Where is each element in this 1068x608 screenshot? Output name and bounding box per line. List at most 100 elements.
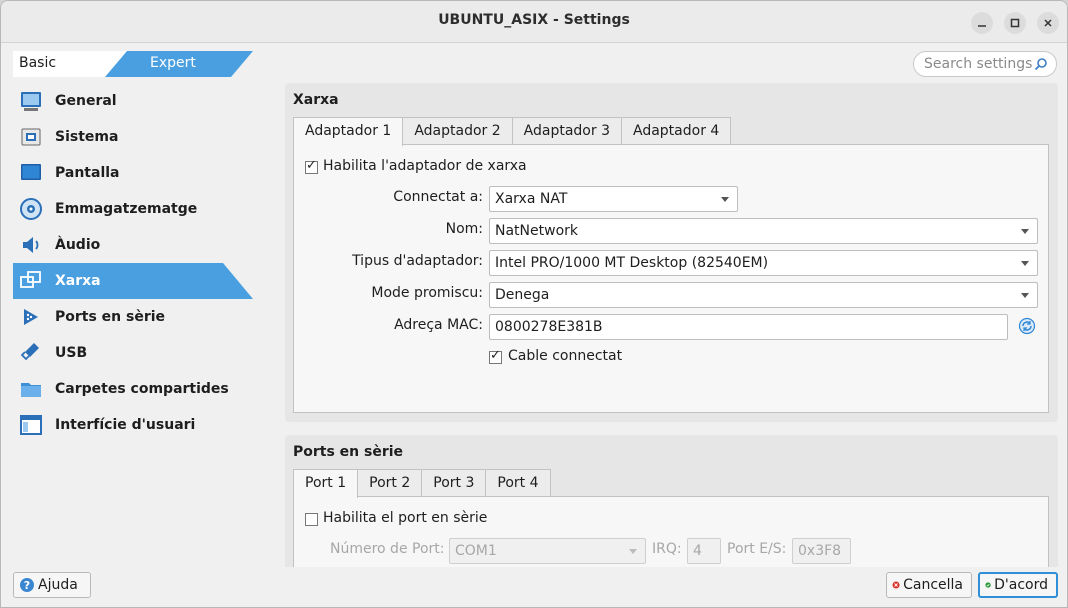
ok-check-icon	[985, 582, 991, 588]
refresh-mac-icon[interactable]	[1018, 317, 1036, 335]
cancel-label: Cancella	[903, 577, 963, 593]
svg-text:?: ?	[24, 579, 30, 592]
sidebar-item-label: Àudio	[55, 237, 101, 253]
irq-label: IRQ:	[652, 541, 682, 557]
io-port-value: 0x3F8	[798, 543, 842, 559]
tab-port-2[interactable]: Port 2	[357, 469, 423, 497]
search-placeholder: Search settings	[924, 56, 1033, 72]
help-button[interactable]: ? Ajuda	[13, 572, 91, 598]
chevron-down-icon	[1021, 293, 1029, 298]
ok-label: D'acord	[994, 577, 1048, 593]
serial-ports-section: Ports en sèrie Port 1 Port 2 Port 3 Port…	[285, 435, 1058, 567]
sidebar-item-ports-en-serie[interactable]: Ports en sèrie	[13, 299, 253, 335]
sidebar-item-sistema[interactable]: Sistema	[13, 119, 253, 155]
cancel-icon	[892, 581, 900, 589]
help-icon: ?	[20, 578, 34, 592]
adapter-type-label: Tipus d'adaptador:	[352, 253, 483, 269]
ui-window-icon	[20, 415, 42, 435]
window-title: UBUNTU_ASIX - Settings	[438, 12, 630, 28]
minimize-button[interactable]	[971, 12, 993, 34]
sidebar-item-general[interactable]: General	[13, 83, 253, 119]
enable-serial-checkbox[interactable]	[305, 513, 318, 526]
maximize-icon	[1010, 18, 1020, 28]
sidebar-item-label: Carpetes compartides	[55, 381, 229, 397]
sidebar-item-label: Xarxa	[55, 273, 101, 289]
cable-connected-checkbox[interactable]	[489, 348, 502, 364]
sidebar-item-label: Interfície d'usuari	[55, 417, 196, 433]
promiscuous-mode-value: Denega	[495, 287, 550, 303]
network-section-title: Xarxa	[293, 92, 339, 108]
serial-port-icon	[24, 309, 38, 325]
settings-sidebar: General Sistema Pantalla Emmagatzematge …	[13, 83, 253, 443]
sidebar-item-label: Ports en sèrie	[55, 309, 166, 325]
close-icon	[1044, 19, 1052, 27]
enable-serial-label: Habilita el port en sèrie	[323, 510, 488, 526]
port-number-value: COM1	[455, 543, 497, 559]
cancel-button[interactable]: Cancella	[886, 572, 972, 598]
sidebar-item-pantalla[interactable]: Pantalla	[13, 155, 253, 191]
system-chip-icon	[21, 128, 41, 146]
chevron-down-icon	[721, 197, 729, 202]
sidebar-item-label: Pantalla	[55, 165, 120, 181]
usb-icon	[20, 343, 39, 361]
sidebar-item-interficie-usuari[interactable]: Interfície d'usuari	[13, 407, 253, 443]
network-name-value: NatNetwork	[495, 223, 578, 239]
close-button[interactable]	[1037, 12, 1059, 34]
serial-tab-body: Habilita el port en sèrie Número de Port…	[293, 496, 1049, 567]
search-settings-input[interactable]: Search settings	[913, 51, 1057, 77]
adapter-tab-body: Habilita l'adaptador de xarxa Connectat …	[293, 144, 1049, 413]
sidebar-item-label: Sistema	[55, 129, 119, 145]
attached-to-select[interactable]: Xarxa NAT	[489, 186, 738, 212]
mode-expert-tab[interactable]: Expert	[105, 51, 253, 77]
adapter-tabs: Adaptador 1 Adaptador 2 Adaptador 3 Adap…	[293, 117, 732, 146]
maximize-button[interactable]	[1004, 12, 1026, 34]
mac-address-label: Adreça MAC:	[394, 317, 483, 333]
display-monitor-icon	[21, 164, 41, 180]
tab-label: Adaptador 3	[523, 123, 610, 139]
settings-window: UBUNTU_ASIX - Settings Basic Expert Sear…	[0, 0, 1068, 608]
folder-icon	[21, 383, 41, 397]
sidebar-item-label: USB	[55, 345, 88, 361]
sidebar-item-carpetes-compartides[interactable]: Carpetes compartides	[13, 371, 253, 407]
name-label: Nom:	[445, 221, 483, 237]
tab-port-3[interactable]: Port 3	[421, 469, 487, 497]
general-icon	[21, 92, 41, 111]
serial-section-title: Ports en sèrie	[293, 444, 404, 460]
ok-button[interactable]: D'acord	[978, 572, 1058, 598]
serial-port-tabs: Port 1 Port 2 Port 3 Port 4	[293, 469, 551, 498]
port-number-select[interactable]: COM1	[449, 538, 646, 564]
attached-to-value: Xarxa NAT	[495, 191, 568, 207]
network-name-select[interactable]: NatNetwork	[489, 218, 1038, 244]
sidebar-item-emmagatzematge[interactable]: Emmagatzematge	[13, 191, 253, 227]
tab-label: Adaptador 2	[414, 123, 501, 139]
tab-adaptador-4[interactable]: Adaptador 4	[620, 117, 732, 145]
adapter-type-value: Intel PRO/1000 MT Desktop (82540EM)	[495, 255, 769, 271]
tab-port-4[interactable]: Port 4	[485, 469, 551, 497]
chevron-down-icon	[629, 549, 637, 554]
network-icon	[20, 271, 41, 288]
tab-label: Port 3	[433, 475, 475, 491]
sidebar-item-usb[interactable]: USB	[13, 335, 253, 371]
tab-adaptador-1[interactable]: Adaptador 1	[293, 117, 404, 146]
tab-label: Adaptador 1	[305, 123, 392, 139]
sidebar-item-audio[interactable]: Àudio	[13, 227, 253, 263]
promiscuous-mode-select[interactable]: Denega	[489, 282, 1038, 308]
sidebar-item-label: General	[55, 93, 117, 109]
io-port-input[interactable]: 0x3F8	[792, 538, 851, 564]
enable-adapter-checkbox[interactable]	[305, 158, 318, 174]
tab-adaptador-2[interactable]: Adaptador 2	[402, 117, 513, 145]
chevron-down-icon	[1021, 261, 1029, 266]
io-port-label: Port E/S:	[727, 541, 787, 557]
network-section: Xarxa Adaptador 1 Adaptador 2 Adaptador …	[285, 83, 1058, 422]
mac-address-value: 0800278E381B	[495, 319, 603, 335]
storage-disk-icon	[20, 198, 42, 220]
tab-adaptador-3[interactable]: Adaptador 3	[511, 117, 622, 145]
mac-address-input[interactable]: 0800278E381B	[489, 314, 1008, 340]
irq-input[interactable]: 4	[687, 538, 721, 564]
minimize-icon	[978, 25, 986, 27]
irq-value: 4	[693, 543, 702, 559]
speaker-icon	[23, 237, 39, 253]
sidebar-item-xarxa[interactable]: Xarxa	[13, 263, 253, 299]
tab-port-1[interactable]: Port 1	[293, 469, 359, 498]
adapter-type-select[interactable]: Intel PRO/1000 MT Desktop (82540EM)	[489, 250, 1038, 276]
